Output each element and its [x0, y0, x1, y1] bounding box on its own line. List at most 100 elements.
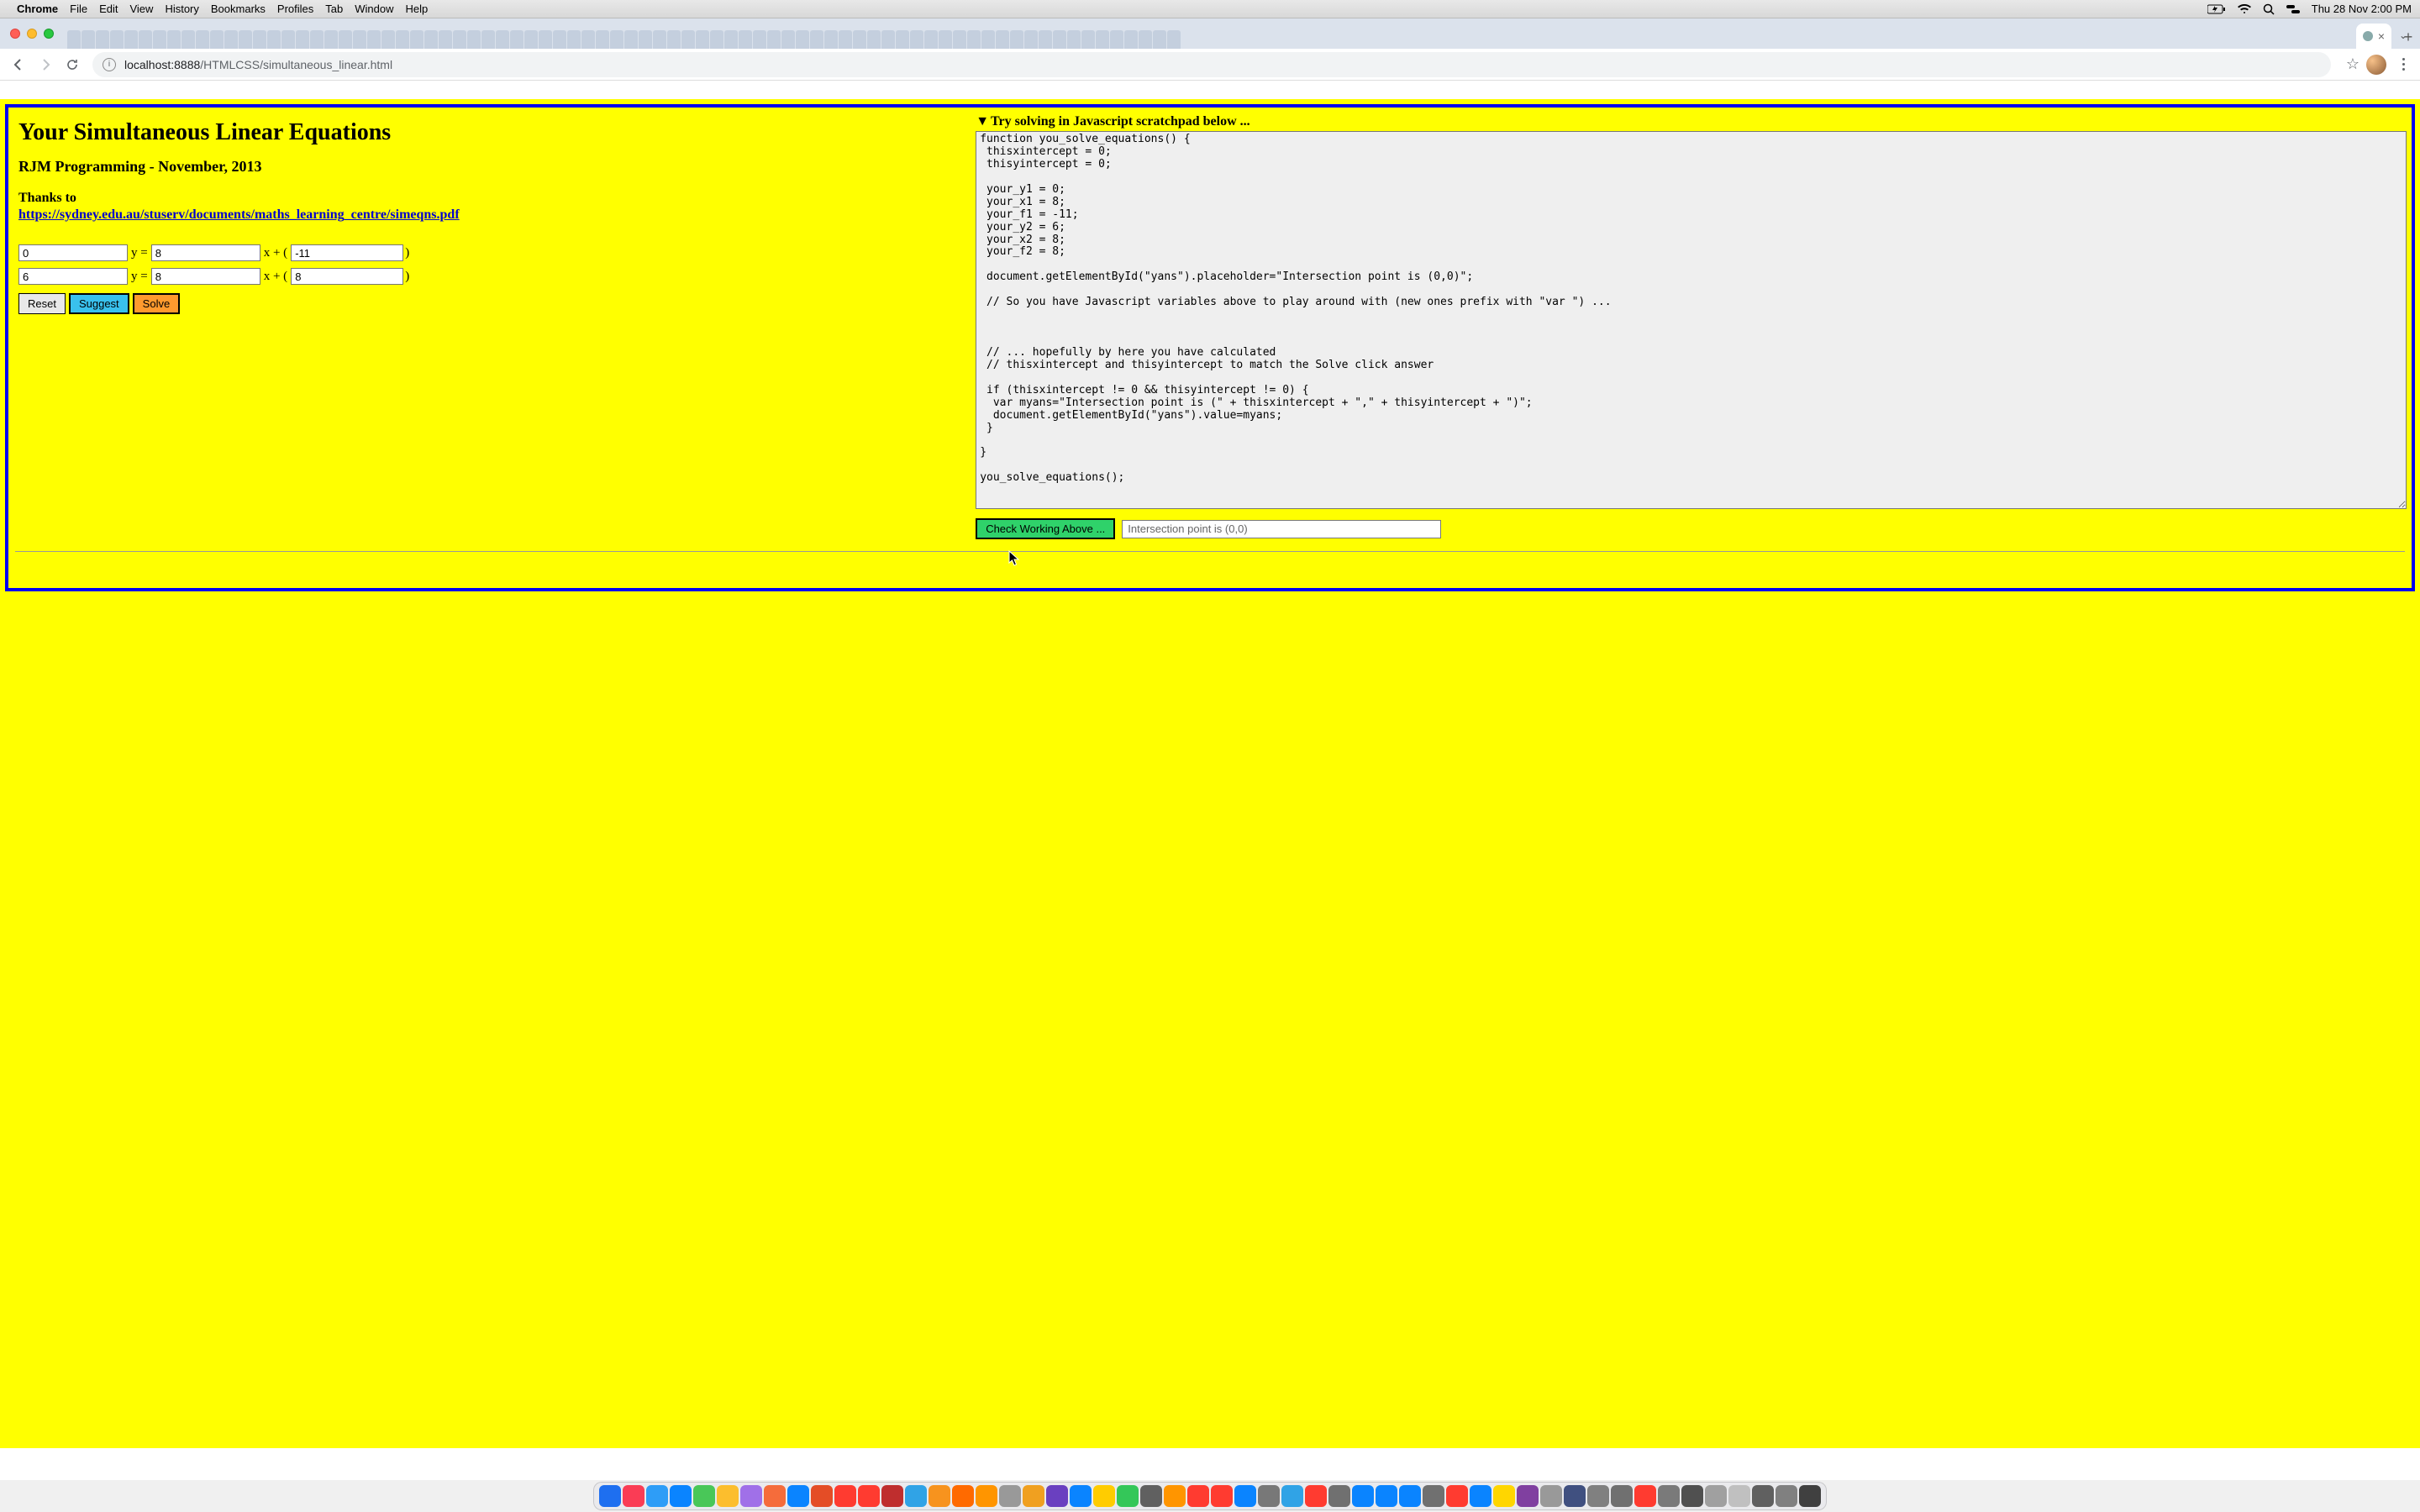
solve-button[interactable]: Solve [133, 293, 181, 314]
background-tab[interactable] [1081, 30, 1095, 49]
eq1-const-input[interactable] [291, 244, 403, 261]
dock-app-icon[interactable] [881, 1485, 903, 1507]
background-tab[interactable] [667, 30, 681, 49]
background-tab[interactable] [696, 30, 709, 49]
background-tab[interactable] [1024, 30, 1038, 49]
dock-app-icon[interactable] [1564, 1485, 1586, 1507]
background-tab[interactable] [553, 30, 566, 49]
dock-app-icon[interactable] [1423, 1485, 1444, 1507]
background-tab[interactable] [1039, 30, 1052, 49]
address-bar[interactable]: i localhost:8888/HTMLCSS/simultaneous_li… [92, 52, 2331, 77]
dock-app-icon[interactable] [646, 1485, 668, 1507]
dock-app-icon[interactable] [1376, 1485, 1397, 1507]
dock-app-icon[interactable] [976, 1485, 997, 1507]
bookmark-icon[interactable]: ☆ [2346, 55, 2360, 73]
dock-app-icon[interactable] [693, 1485, 715, 1507]
eq1-x-coef-input[interactable] [151, 244, 260, 261]
wifi-icon[interactable] [2238, 4, 2251, 14]
answer-input[interactable] [1122, 520, 1441, 538]
menu-bookmarks[interactable]: Bookmarks [211, 3, 266, 15]
background-tab[interactable] [939, 30, 952, 49]
dock-app-icon[interactable] [834, 1485, 856, 1507]
active-tab[interactable]: × [2356, 24, 2391, 49]
tab-dropdown-button[interactable]: ⌄ [2395, 27, 2412, 44]
dock-app-icon[interactable] [1470, 1485, 1491, 1507]
forward-button[interactable] [34, 53, 57, 76]
background-tab[interactable] [410, 30, 424, 49]
background-tab[interactable] [496, 30, 509, 49]
dock-app-icon[interactable] [1211, 1485, 1233, 1507]
background-tab[interactable] [624, 30, 638, 49]
background-tab[interactable] [467, 30, 481, 49]
dock-app-icon[interactable] [1705, 1485, 1727, 1507]
back-button[interactable] [7, 53, 30, 76]
dock-app-icon[interactable] [740, 1485, 762, 1507]
dock-app-icon[interactable] [1399, 1485, 1421, 1507]
background-tab[interactable] [767, 30, 781, 49]
background-tab[interactable] [839, 30, 852, 49]
background-tab[interactable] [610, 30, 623, 49]
dock-app-icon[interactable] [1446, 1485, 1468, 1507]
background-tab[interactable] [1139, 30, 1152, 49]
background-tab[interactable] [253, 30, 266, 49]
background-tab[interactable] [1010, 30, 1023, 49]
background-tab[interactable] [567, 30, 581, 49]
dock-app-icon[interactable] [1776, 1485, 1797, 1507]
dock-app-icon[interactable] [1517, 1485, 1539, 1507]
dock-app-icon[interactable] [1023, 1485, 1044, 1507]
background-tab[interactable] [753, 30, 766, 49]
dock-app-icon[interactable] [1093, 1485, 1115, 1507]
background-tab[interactable] [324, 30, 338, 49]
background-tab[interactable] [639, 30, 652, 49]
background-tab[interactable] [796, 30, 809, 49]
background-tab[interactable] [1096, 30, 1109, 49]
dock-app-icon[interactable] [1281, 1485, 1303, 1507]
menu-tab[interactable]: Tab [325, 3, 343, 15]
spotlight-icon[interactable] [2263, 3, 2275, 15]
background-tab[interactable] [810, 30, 823, 49]
background-tab[interactable] [967, 30, 981, 49]
dock-app-icon[interactable] [1540, 1485, 1562, 1507]
background-tab[interactable] [367, 30, 381, 49]
dock-app-icon[interactable] [787, 1485, 809, 1507]
dock-app-icon[interactable] [1164, 1485, 1186, 1507]
eq2-y-coef-input[interactable] [18, 268, 128, 285]
background-tab[interactable] [110, 30, 124, 49]
background-tab[interactable] [353, 30, 366, 49]
dock-app-icon[interactable] [1634, 1485, 1656, 1507]
background-tab[interactable] [867, 30, 881, 49]
background-tab[interactable] [996, 30, 1009, 49]
battery-icon[interactable] [2207, 4, 2226, 14]
background-tab[interactable] [910, 30, 923, 49]
menu-help[interactable]: Help [406, 3, 429, 15]
dock-app-icon[interactable] [1140, 1485, 1162, 1507]
scratchpad-header[interactable]: ▼Try solving in Javascript scratchpad be… [976, 114, 2407, 129]
background-tab[interactable] [539, 30, 552, 49]
background-tab[interactable] [267, 30, 281, 49]
menu-file[interactable]: File [70, 3, 87, 15]
dock-app-icon[interactable] [1728, 1485, 1750, 1507]
chrome-menu-icon[interactable] [2393, 58, 2413, 71]
reload-button[interactable] [60, 53, 84, 76]
dock-app-icon[interactable] [1681, 1485, 1703, 1507]
background-tab[interactable] [82, 30, 95, 49]
dock-app-icon[interactable] [1117, 1485, 1139, 1507]
dock-app-icon[interactable] [623, 1485, 644, 1507]
background-tab[interactable] [153, 30, 166, 49]
dock-app-icon[interactable] [952, 1485, 974, 1507]
background-tab[interactable] [924, 30, 938, 49]
background-tab[interactable] [1153, 30, 1166, 49]
dock-app-icon[interactable] [929, 1485, 950, 1507]
background-tab[interactable] [896, 30, 909, 49]
control-center-icon[interactable] [2286, 4, 2300, 14]
menu-history[interactable]: History [165, 3, 198, 15]
dock-app-icon[interactable] [764, 1485, 786, 1507]
dock-app-icon[interactable] [1258, 1485, 1280, 1507]
menu-view[interactable]: View [129, 3, 153, 15]
menu-edit[interactable]: Edit [99, 3, 118, 15]
background-tab[interactable] [296, 30, 309, 49]
background-tab[interactable] [724, 30, 738, 49]
background-tab[interactable] [210, 30, 224, 49]
background-tab[interactable] [853, 30, 866, 49]
background-tab[interactable] [710, 30, 723, 49]
